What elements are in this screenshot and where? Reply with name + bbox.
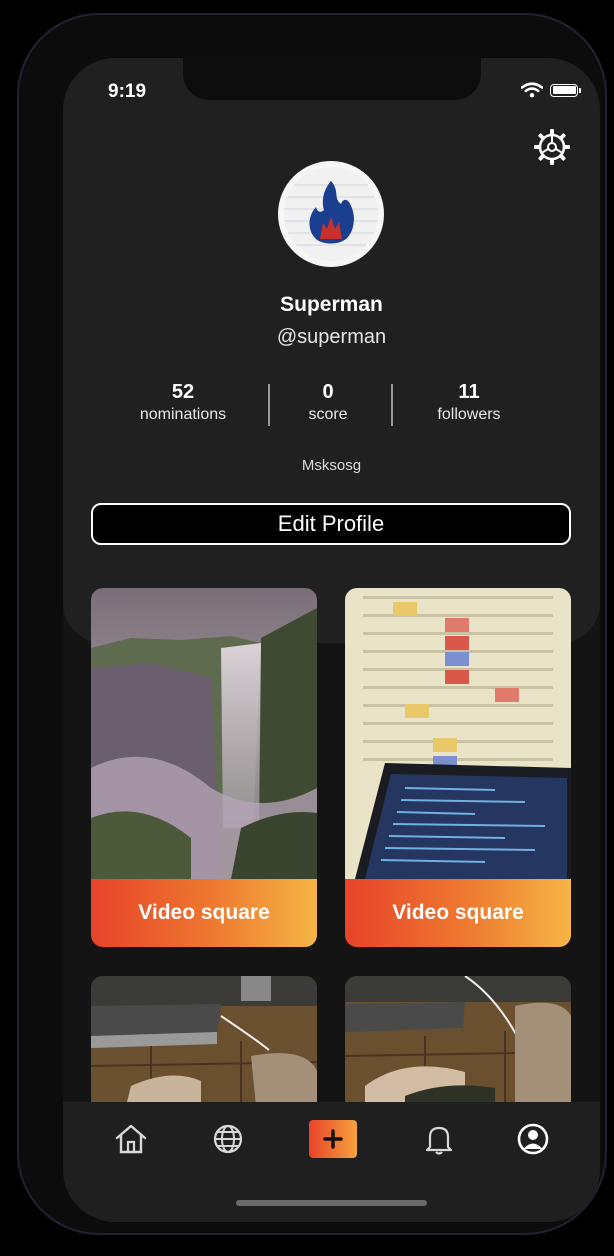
stat-value: 52 (171, 381, 195, 403)
home-indicator[interactable] (236, 1200, 427, 1206)
phone-frame: 9:19 Superman @superman 52 nominations 0… (17, 13, 607, 1235)
desk-laptop-knees-photo (91, 976, 317, 1106)
wifi-icon (521, 82, 543, 98)
globe-icon[interactable] (211, 1122, 245, 1156)
waterfall-photo (91, 588, 317, 879)
flame-logo-icon (284, 167, 378, 261)
bell-icon[interactable] (422, 1122, 456, 1156)
profile-icon[interactable] (516, 1122, 550, 1156)
notch (183, 58, 481, 100)
post-title: Video square (91, 879, 317, 947)
add-post-button[interactable] (309, 1120, 357, 1158)
avatar[interactable] (278, 161, 384, 267)
stat-score[interactable]: 0 score (281, 380, 375, 426)
add-icon (323, 1129, 343, 1149)
profile-bio: Msksosg (301, 457, 362, 474)
post-card[interactable]: Video square (345, 588, 571, 947)
edit-profile-button[interactable]: Edit Profile (91, 503, 571, 545)
stat-label: score (308, 406, 348, 423)
post-card[interactable]: Video square (91, 588, 317, 947)
profile-name: Superman (280, 293, 383, 316)
post-card[interactable] (91, 976, 317, 1106)
stat-value: 0 (322, 381, 334, 403)
bottom-tab-bar (63, 1102, 600, 1222)
profile-handle: @superman (276, 326, 387, 348)
profile-header: Superman @superman 52 nominations 0 scor… (63, 58, 600, 643)
home-icon[interactable] (114, 1122, 148, 1156)
stat-value: 11 (458, 381, 480, 403)
app-screen: 9:19 Superman @superman 52 nominations 0… (63, 58, 600, 1222)
laptop-and-chart-photo (345, 588, 571, 879)
post-card[interactable] (345, 976, 571, 1106)
stat-label: followers (437, 406, 501, 423)
status-time: 9:19 (108, 81, 147, 102)
battery-icon (550, 83, 581, 97)
stat-followers[interactable]: 11 followers (413, 380, 525, 426)
status-indicators (521, 82, 581, 98)
settings-gear-icon[interactable] (533, 128, 571, 166)
post-title: Video square (345, 879, 571, 947)
stat-divider (268, 384, 270, 426)
stat-nominations[interactable]: 52 nominations (123, 380, 243, 426)
stat-divider (391, 384, 393, 426)
stat-label: nominations (139, 406, 227, 423)
desk-laptop-knees-photo (345, 976, 571, 1106)
